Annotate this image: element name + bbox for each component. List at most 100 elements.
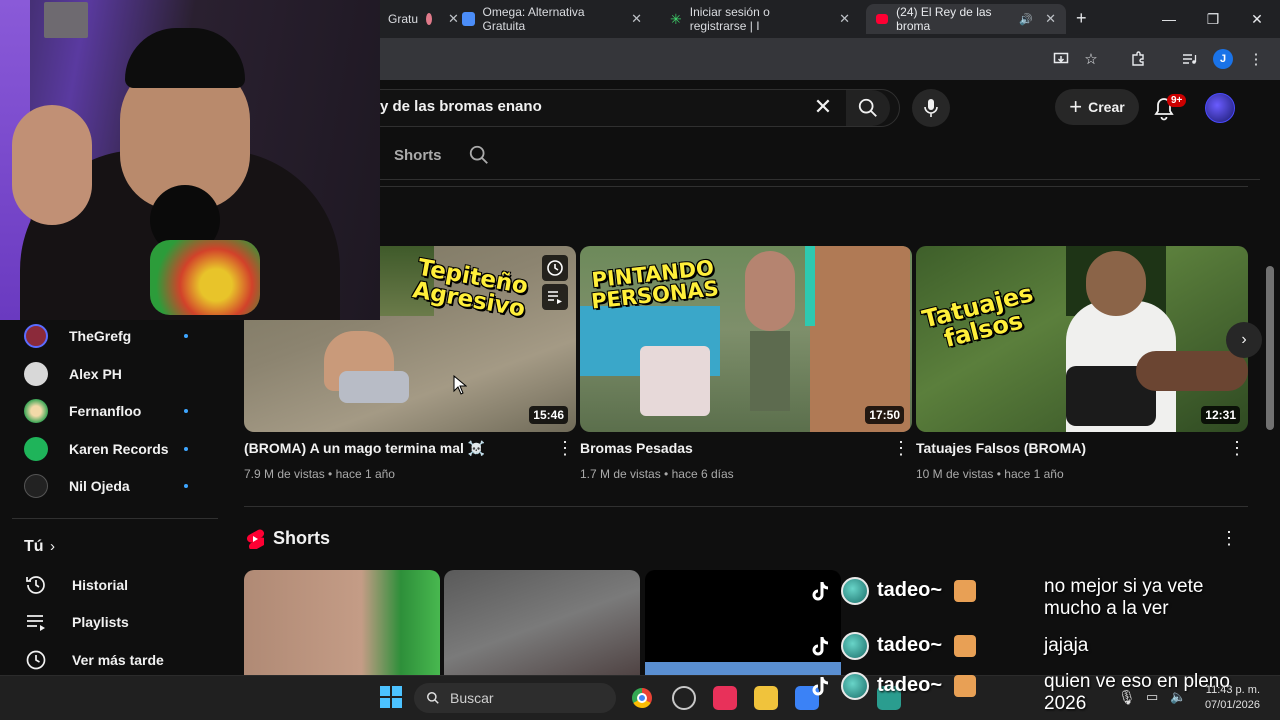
shorts-logo-icon bbox=[246, 529, 267, 551]
chat-text: no mejor si ya vete mucho a la ver bbox=[1044, 576, 1204, 619]
record-icon bbox=[426, 13, 433, 25]
video-thumbnail[interactable]: PINTANDO PERSONAS 17:50 bbox=[580, 246, 912, 432]
plus-icon: + bbox=[1069, 94, 1083, 119]
browser-menu-icon[interactable]: ⋮ bbox=[1245, 48, 1267, 70]
media-control-icon[interactable] bbox=[1178, 48, 1200, 70]
taskbar-search[interactable]: Buscar bbox=[414, 683, 616, 713]
wall-poster-shape bbox=[44, 2, 88, 38]
clock-time: 11:43 p. m. bbox=[1205, 684, 1260, 696]
channel-avatar bbox=[24, 437, 48, 461]
webcam-overlay bbox=[0, 0, 380, 320]
video-meta: 1.7 M de vistas • hace 6 días bbox=[580, 467, 734, 481]
chrome-taskbar-icon[interactable] bbox=[630, 686, 654, 710]
close-tab-icon[interactable]: ✕ bbox=[631, 11, 642, 27]
tiktok-taskbar-icon[interactable] bbox=[713, 686, 737, 710]
channel-search-icon[interactable] bbox=[468, 144, 492, 168]
chat-username: tadeo~ bbox=[877, 579, 943, 601]
new-tab-button[interactable]: + bbox=[1076, 8, 1087, 29]
video-meta: 7.9 M de vistas • hace 1 año bbox=[244, 467, 395, 481]
tab-youtube[interactable]: (24) El Rey de las broma 🔊 ✕ bbox=[866, 4, 1066, 34]
close-tab-icon[interactable]: ✕ bbox=[839, 11, 850, 27]
sidebar-item-label: Playlists bbox=[72, 614, 129, 630]
settings-taskbar-icon[interactable] bbox=[672, 686, 696, 710]
sidebar-item-historial[interactable]: Historial bbox=[24, 567, 128, 603]
sidebar-item-label: Historial bbox=[72, 577, 129, 593]
channel-name: Nil Ojeda bbox=[69, 478, 130, 494]
microphone-icon bbox=[924, 99, 938, 117]
create-button[interactable]: + Crear bbox=[1055, 89, 1139, 125]
head-shape bbox=[1086, 251, 1146, 316]
channel-name: Karen Records bbox=[69, 441, 169, 457]
install-app-icon[interactable] bbox=[1050, 48, 1072, 70]
short-thumbnail[interactable] bbox=[244, 570, 440, 680]
sidebar-subscription[interactable]: TheGrefg bbox=[24, 318, 204, 354]
shorts-more-icon[interactable]: ⋮ bbox=[1220, 528, 1238, 549]
search-query-text[interactable]: y de las bromas enano bbox=[380, 98, 542, 115]
tab-gratu[interactable]: Gratu ✕ bbox=[378, 4, 459, 34]
short-thumbnail[interactable] bbox=[444, 570, 640, 680]
extensions-icon[interactable] bbox=[1127, 48, 1149, 70]
pants-shape bbox=[339, 371, 409, 403]
taskbar-clock[interactable]: 11:43 p. m. 07/01/2026 bbox=[1196, 683, 1260, 713]
watch-later-icon[interactable] bbox=[542, 255, 568, 281]
user-badge-icon bbox=[954, 675, 976, 697]
minimize-icon[interactable]: — bbox=[1146, 0, 1192, 38]
hand-shape bbox=[1136, 351, 1248, 391]
video-more-icon[interactable]: ⋮ bbox=[1228, 438, 1246, 458]
new-content-dot bbox=[184, 447, 188, 451]
close-tab-icon[interactable]: ✕ bbox=[1045, 11, 1056, 27]
sidebar-you-heading[interactable]: Tú bbox=[24, 538, 44, 556]
video-title[interactable]: (BROMA) A un mago termina mal ☠️ bbox=[244, 440, 485, 457]
search-button[interactable] bbox=[846, 90, 890, 126]
speaker-icon[interactable]: 🔊 bbox=[1019, 13, 1033, 26]
sidebar-item-playlists[interactable]: Playlists bbox=[24, 604, 129, 640]
tab-shorts[interactable]: Shorts bbox=[394, 147, 442, 164]
chat-avatar bbox=[841, 577, 869, 605]
deck-shape bbox=[810, 246, 910, 432]
chat-avatar bbox=[841, 632, 869, 660]
history-icon bbox=[24, 573, 48, 597]
plush-toy-shape bbox=[150, 240, 260, 315]
section-divider bbox=[244, 186, 1248, 187]
tab-label: (24) El Rey de las broma bbox=[896, 5, 992, 33]
clear-search-icon[interactable]: ✕ bbox=[810, 94, 836, 120]
taskbar-search-placeholder: Buscar bbox=[450, 690, 494, 706]
chat-message: tadeo~ jajaja bbox=[808, 626, 1280, 666]
video-duration: 12:31 bbox=[1201, 406, 1240, 424]
page-scrollbar[interactable] bbox=[1266, 266, 1274, 430]
video-title[interactable]: Bromas Pesadas bbox=[580, 440, 693, 456]
video-title[interactable]: Tatuajes Falsos (BROMA) bbox=[916, 440, 1086, 456]
search-icon bbox=[858, 98, 877, 117]
add-to-queue-icon[interactable] bbox=[542, 284, 568, 310]
sidebar-subscription[interactable]: Fernanfloo bbox=[24, 393, 204, 429]
video-more-icon[interactable]: ⋮ bbox=[556, 438, 574, 458]
video-age: hace 6 días bbox=[671, 467, 734, 481]
carousel-next-button[interactable]: › bbox=[1226, 322, 1262, 358]
voice-search-button[interactable] bbox=[912, 89, 950, 127]
omega-favicon-icon bbox=[462, 12, 475, 26]
bookmark-star-icon[interactable]: ☆ bbox=[1080, 48, 1102, 70]
pole-shape bbox=[805, 246, 815, 326]
sidebar-subscription[interactable]: Alex PH bbox=[24, 356, 204, 392]
sidebar-divider bbox=[12, 518, 218, 519]
video-more-icon[interactable]: ⋮ bbox=[892, 438, 910, 458]
chair-shape bbox=[640, 346, 710, 416]
chat-username: tadeo~ bbox=[877, 634, 943, 656]
restore-icon[interactable]: ❐ bbox=[1190, 0, 1236, 38]
chat-text: jajaja bbox=[1044, 635, 1089, 656]
sidebar-item-watch-later[interactable]: Ver más tarde bbox=[24, 642, 164, 678]
sidebar-subscription[interactable]: Nil Ojeda bbox=[24, 468, 204, 504]
windows-start-icon[interactable] bbox=[380, 686, 402, 708]
tab-omega[interactable]: Omega: Alternativa Gratuita ✕ bbox=[452, 4, 652, 34]
profile-avatar[interactable]: J bbox=[1212, 48, 1234, 70]
tab-login[interactable]: ✳ Iniciar sesión o registrarse | I ✕ bbox=[660, 4, 860, 34]
sidebar-subscription[interactable]: Karen Records bbox=[24, 431, 204, 467]
chevron-right-icon: › bbox=[50, 538, 55, 555]
close-window-icon[interactable]: ✕ bbox=[1234, 0, 1280, 38]
person-shape bbox=[745, 251, 795, 331]
account-avatar[interactable] bbox=[1205, 93, 1235, 123]
file-explorer-icon[interactable] bbox=[754, 686, 778, 710]
video-thumbnail[interactable]: Tatuajes falsos 12:31 bbox=[916, 246, 1248, 432]
video-duration: 17:50 bbox=[865, 406, 904, 424]
chat-message: tadeo~ no mejor si ya vete mucho a la ve… bbox=[808, 571, 1280, 619]
